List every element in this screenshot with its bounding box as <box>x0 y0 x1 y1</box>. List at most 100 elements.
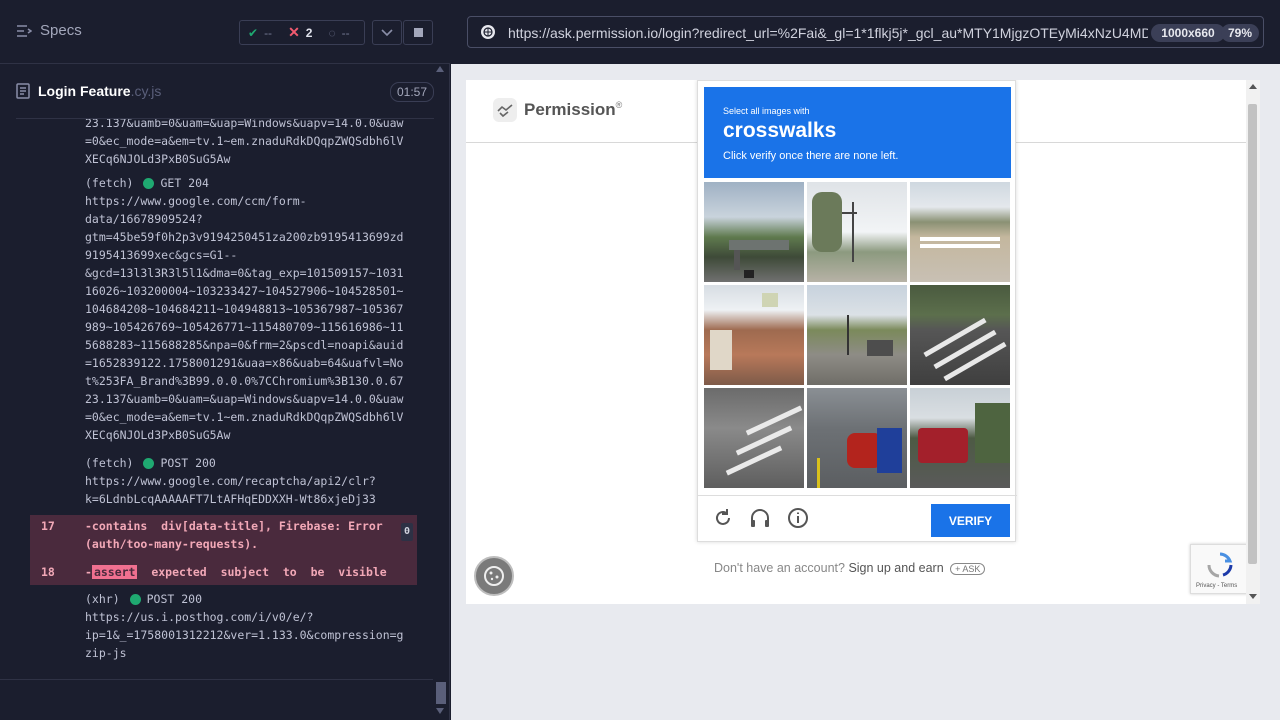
recaptcha-logo-icon <box>1207 552 1233 578</box>
line-number: 17 <box>41 519 55 533</box>
log-entry-error-assert[interactable]: 18 - assert expected subject to be visibl… <box>30 559 417 585</box>
scroll-up-arrow-icon[interactable] <box>436 66 444 72</box>
log-entry-fetch[interactable]: (fetch) GET 204 https://www.google.com/c… <box>30 174 417 444</box>
scroll-thumb[interactable] <box>1248 104 1257 564</box>
aut-pane: https://ask.permission.io/login?redirect… <box>451 0 1280 720</box>
assert-line: - assert expected subject to be visible <box>30 563 417 581</box>
stop-icon <box>413 28 423 37</box>
spec-name: Login Feature <box>38 83 131 99</box>
captcha-target: crosswalks <box>723 119 837 142</box>
captcha-tile-3[interactable] <box>910 182 1010 282</box>
log-method: POST 200 <box>160 456 216 470</box>
log-line: 989~105426769~105426771~115480709~115616… <box>85 320 404 334</box>
log-entry-error-contains[interactable]: 17 -contains div[data-title], Firebase: … <box>30 515 417 559</box>
headphones-icon[interactable] <box>748 506 772 530</box>
scroll-up-arrow-icon[interactable] <box>1249 84 1257 89</box>
captcha-instruction: Select all images with <box>723 106 810 116</box>
list-icon <box>17 24 32 37</box>
stat-passed: ✔ -- <box>240 21 280 44</box>
command-log: 23.137&uamb=0&uam=&uap=Windows&uapv=14.0… <box>30 119 417 667</box>
log-line: zip-js <box>85 646 127 660</box>
spec-duration: 01:57 <box>389 82 434 102</box>
test-stats: ✔ -- ✕ 2 ◌ -- <box>239 20 365 45</box>
cookie-settings-button[interactable] <box>474 556 514 596</box>
pending-count: -- <box>341 25 350 40</box>
signup-link[interactable]: Sign up and earn <box>848 561 943 575</box>
log-line: 104684208~104684211~104948813~105367987~… <box>85 302 404 316</box>
captcha-tile-8[interactable] <box>807 388 907 488</box>
error-text: (auth/too-many-requests). <box>85 537 259 551</box>
log-entry-head: (fetch) GET 204 <box>30 174 417 192</box>
registered-mark: ® <box>615 100 623 110</box>
log-block-truncated: 23.137&uamb=0&uam=&uap=Windows&uapv=14.0… <box>30 119 417 168</box>
captcha-tile-1[interactable] <box>704 182 804 282</box>
stat-failed: ✕ 2 <box>280 21 320 44</box>
app-viewport: Permission ® Select all images with cros… <box>466 80 1260 604</box>
reload-icon[interactable] <box>711 506 735 530</box>
permission-logo[interactable]: Permission ® <box>492 97 622 123</box>
status-dot-icon <box>129 593 141 605</box>
captcha-tile-4[interactable] <box>704 285 804 385</box>
url-bar: https://ask.permission.io/login?redirect… <box>451 0 1280 64</box>
url-box[interactable]: https://ask.permission.io/login?redirect… <box>467 16 1264 48</box>
captcha-tile-5[interactable] <box>807 285 907 385</box>
log-line: 16026~103200004~103233427~104527906~1045… <box>85 284 404 298</box>
log-line: https://www.google.com/recaptcha/api2/cl… <box>85 474 376 488</box>
log-entry-head: (fetch) POST 200 <box>30 454 417 472</box>
log-line: =1652839122.1758001291&uaa=x86&uab=64&ua… <box>85 356 404 370</box>
log-entry-xhr[interactable]: (xhr) POST 200 https://us.i.posthog.com/… <box>30 590 417 662</box>
zoom-badge[interactable]: 79% <box>1221 24 1259 42</box>
viewport-scrollbar[interactable] <box>1246 80 1260 604</box>
log-line: 5688283~115688285&npa=0&frm=2&pscdl=noap… <box>85 338 404 352</box>
cypress-reporter: Specs ✔ -- ✕ 2 ◌ -- Login Feature .cy.js… <box>0 0 450 720</box>
info-icon[interactable] <box>786 506 810 530</box>
recaptcha-badge[interactable]: Privacy - Terms <box>1190 544 1248 594</box>
log-line: https://www.google.com/ccm/form- <box>85 194 307 208</box>
failed-count: 2 <box>305 25 313 40</box>
handshake-logo-icon <box>493 98 517 122</box>
x-icon: ✕ <box>288 24 300 40</box>
scroll-down-arrow-icon[interactable] <box>1249 594 1257 599</box>
chevron-down-icon <box>381 28 393 36</box>
log-kind: (fetch) <box>85 456 134 470</box>
check-icon: ✔ <box>248 25 259 40</box>
log-line: =0&ec_mode=a&em=tv.1~em.znaduRdkDQqpZWQS… <box>85 134 404 148</box>
log-line: https://us.i.posthog.com/i/v0/e/? <box>85 610 314 624</box>
log-entry-fetch[interactable]: (fetch) POST 200 https://www.google.com/… <box>30 454 417 508</box>
stat-pending: ◌ -- <box>320 21 357 44</box>
log-line: XECq6NJOLd3PxB0SuG5Aw <box>85 152 231 166</box>
log-entry-head: (xhr) POST 200 <box>30 590 417 608</box>
spec-extension: .cy.js <box>130 83 162 99</box>
stop-button[interactable] <box>403 20 433 45</box>
dropdown-button[interactable] <box>372 20 402 45</box>
captcha-challenge: Select all images with crosswalks Click … <box>697 80 1017 542</box>
cookie-icon <box>484 566 504 586</box>
logo-text: Permission <box>524 100 616 119</box>
log-line: k=6LdnbLcqAAAAAFT7LtAFHqEDDXXH-Wt86xjeDj… <box>85 492 376 506</box>
captcha-tile-9[interactable] <box>910 388 1010 488</box>
captcha-tile-6[interactable] <box>910 285 1010 385</box>
log-line: t%253FA_Brand%3B99.0.0.0%7CChromium%3B13… <box>85 374 404 388</box>
log-kind: (xhr) <box>85 592 120 606</box>
reporter-topbar: Specs ✔ -- ✕ 2 ◌ -- <box>0 0 450 64</box>
log-line: =0&ec_mode=a&em=tv.1~em.znaduRdkDQqpZWQS… <box>85 410 404 424</box>
signup-question: Don't have an account? <box>714 561 845 575</box>
recaptcha-terms[interactable]: Privacy - Terms <box>1196 583 1237 589</box>
url-text: https://ask.permission.io/login?redirect… <box>508 25 1148 41</box>
log-line: XECq6NJOLd3PxB0SuG5Aw <box>85 428 231 442</box>
scroll-thumb[interactable] <box>436 682 446 704</box>
captcha-tile-7[interactable] <box>704 388 804 488</box>
log-line: data/16678909524? <box>85 212 203 226</box>
viewport-badge[interactable]: 1000x660 <box>1151 24 1225 42</box>
verify-button[interactable]: VERIFY <box>931 504 1010 537</box>
reporter-scrollbar[interactable] <box>434 64 448 720</box>
count-badge: 0 <box>400 523 413 541</box>
document-icon <box>16 83 30 99</box>
captcha-subtext: Click verify once there are none left. <box>723 150 899 162</box>
log-kind: (fetch) <box>85 176 134 190</box>
divider <box>0 679 433 680</box>
spec-title[interactable]: Login Feature .cy.js <box>16 83 161 99</box>
captcha-tile-2[interactable] <box>807 182 907 282</box>
specs-button[interactable]: Specs <box>16 22 82 39</box>
scroll-down-arrow-icon[interactable] <box>436 708 444 714</box>
